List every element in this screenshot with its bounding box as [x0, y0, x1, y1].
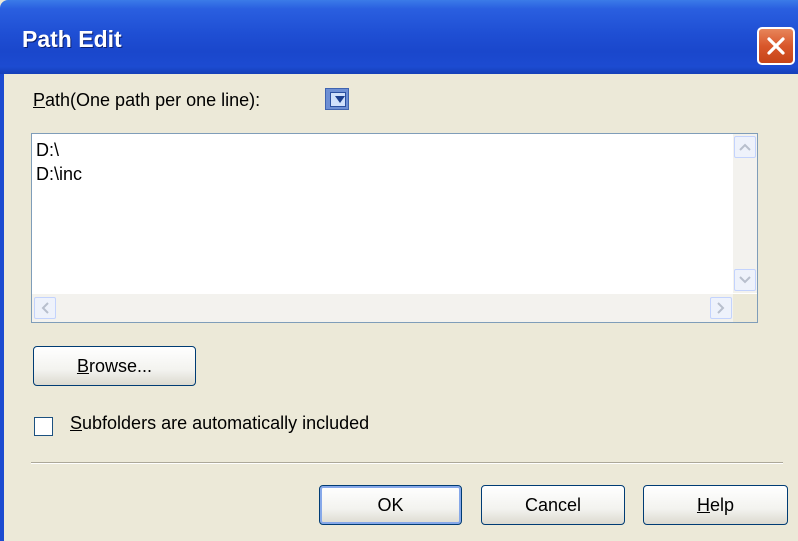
window-border	[0, 74, 4, 541]
path-textarea[interactable]: D:\ D:\inc	[31, 133, 758, 323]
browse-button[interactable]: Browse...	[33, 346, 196, 386]
browse-label: rowse...	[88, 356, 153, 376]
browse-mnemonic: B	[76, 356, 89, 376]
horizontal-scrollbar[interactable]	[32, 294, 734, 322]
close-button[interactable]	[757, 27, 795, 65]
cancel-button[interactable]: Cancel	[481, 485, 625, 525]
chevron-right-icon	[717, 302, 725, 314]
ok-button[interactable]: OK	[319, 485, 462, 525]
scroll-down-button[interactable]	[734, 269, 756, 291]
help-button[interactable]: Help	[643, 485, 788, 525]
separator	[31, 462, 783, 464]
subfolders-checkbox[interactable]	[34, 417, 53, 436]
vertical-scrollbar[interactable]	[733, 134, 757, 293]
path-edit-dialog: Path Edit Path(One path per one line): D…	[0, 0, 798, 541]
subfolders-mnemonic: S	[70, 413, 83, 433]
title-bar[interactable]: Path Edit	[0, 0, 798, 74]
help-label: elp	[709, 495, 735, 515]
chevron-down-icon	[739, 276, 751, 284]
scroll-up-button[interactable]	[734, 136, 756, 158]
chevron-up-icon	[739, 143, 751, 151]
help-mnemonic: H	[696, 495, 710, 515]
window-title: Path Edit	[22, 26, 122, 52]
chevron-left-icon	[41, 302, 49, 314]
scroll-left-button[interactable]	[34, 297, 56, 319]
scroll-right-button[interactable]	[710, 297, 732, 319]
path-label-mnemonic: P	[33, 90, 46, 110]
close-icon	[767, 37, 785, 55]
folder-insert-icon[interactable]	[325, 88, 349, 110]
subfolders-text: ubfolders are automatically included	[82, 413, 370, 433]
path-label: Path(One path per one line):	[33, 90, 260, 111]
path-text[interactable]: D:\ D:\inc	[36, 138, 746, 186]
subfolders-label[interactable]: Subfolders are automatically included	[70, 413, 369, 434]
path-label-text: ath(One path per one line):	[45, 90, 261, 110]
scrollbar-corner	[733, 294, 757, 322]
